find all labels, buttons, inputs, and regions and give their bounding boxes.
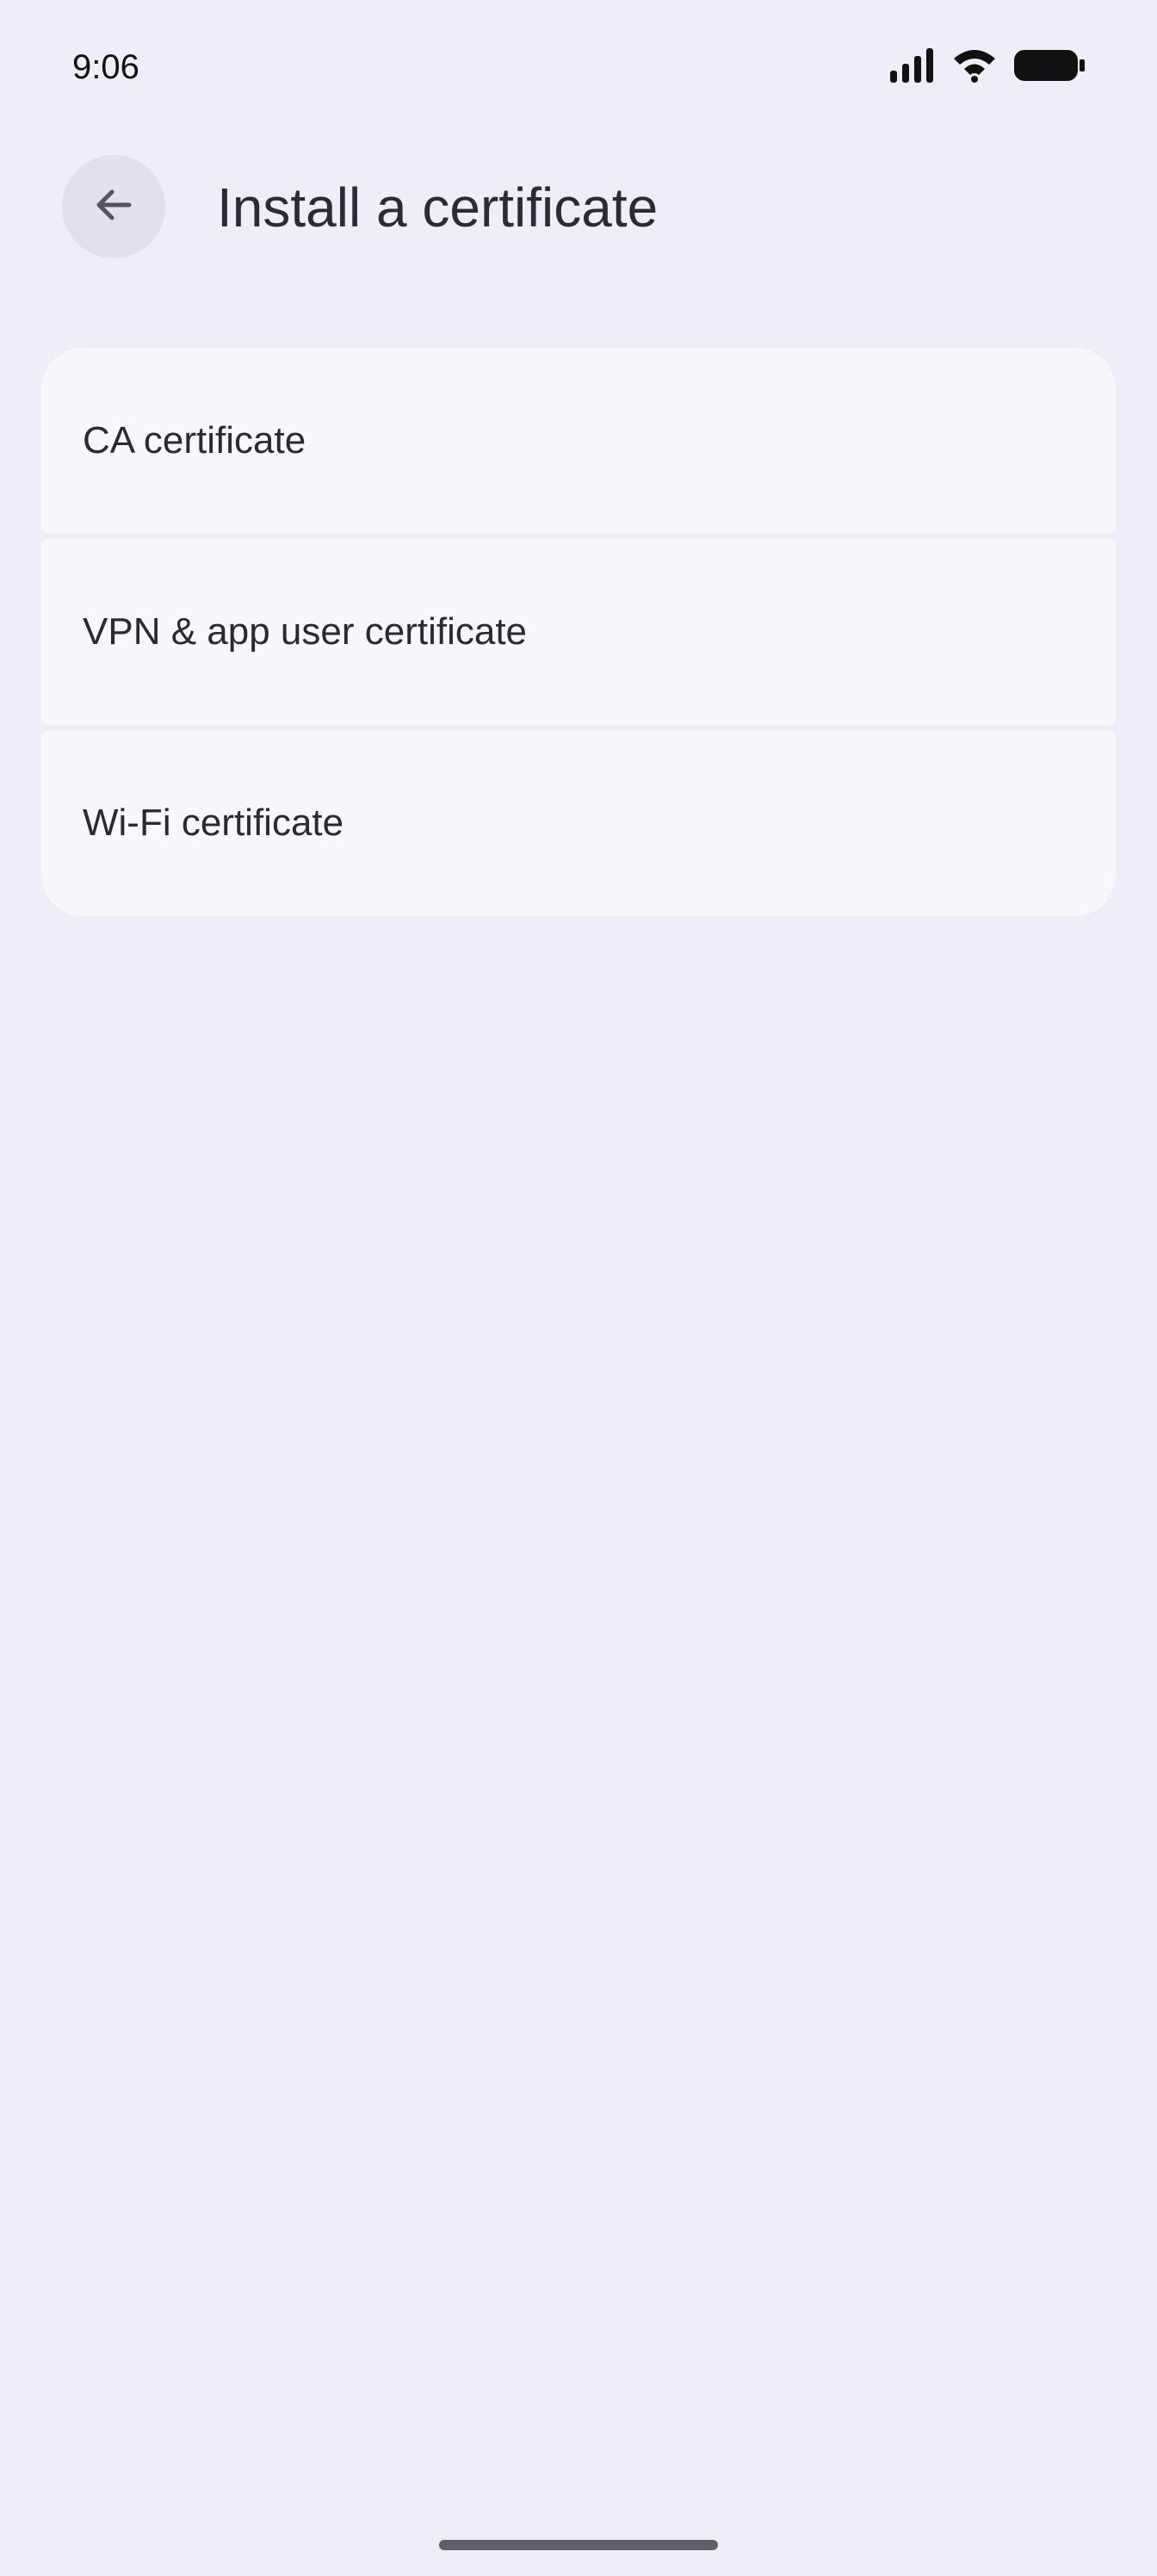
- status-bar: 9:06: [0, 0, 1157, 129]
- signal-icon: [890, 47, 935, 87]
- list-item-label: Wi-Fi certificate: [83, 802, 344, 844]
- list-item-label: CA certificate: [83, 419, 306, 461]
- back-button[interactable]: [62, 155, 165, 258]
- home-indicator[interactable]: [439, 2540, 718, 2550]
- status-time: 9:06: [72, 48, 139, 86]
- list-item-label: VPN & app user certificate: [83, 610, 528, 653]
- top-app-bar: Install a certificate: [0, 155, 1157, 262]
- vpn-app-user-certificate-item[interactable]: VPN & app user certificate: [41, 539, 1116, 725]
- wifi-icon: [952, 48, 997, 87]
- ca-certificate-item[interactable]: CA certificate: [41, 348, 1116, 534]
- status-icons: [890, 47, 1085, 87]
- certificate-options-list: CA certificate VPN & app user certificat…: [41, 348, 1116, 916]
- arrow-back-icon: [90, 181, 138, 233]
- battery-icon: [1014, 48, 1085, 87]
- page-title: Install a certificate: [217, 176, 659, 238]
- wifi-certificate-item[interactable]: Wi-Fi certificate: [41, 730, 1116, 916]
